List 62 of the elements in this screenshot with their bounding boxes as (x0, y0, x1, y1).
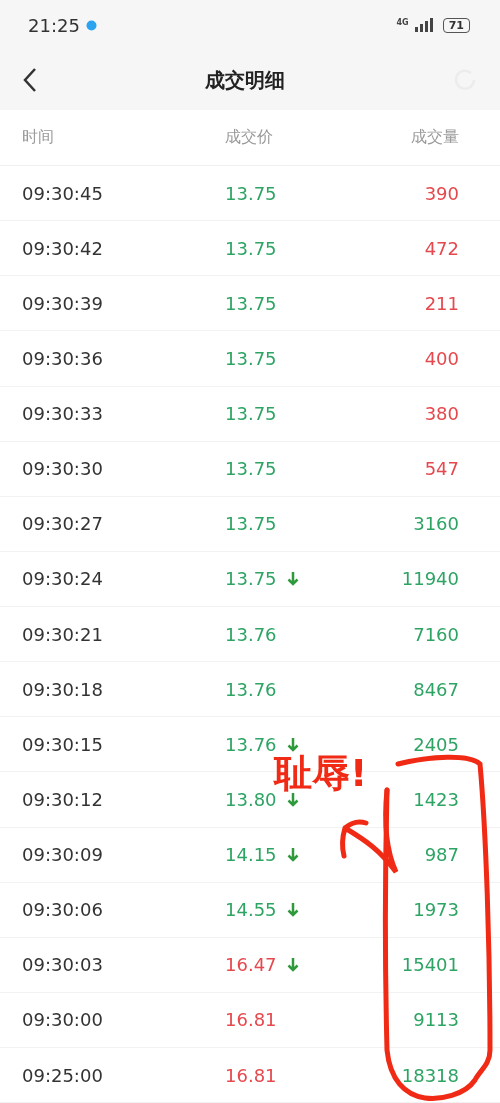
time-cell-text: 09:30:09 (22, 844, 104, 866)
page-title: 成交明细 (205, 66, 285, 94)
time-cell-text: 09:30:15 (22, 733, 104, 755)
network-type: 4G (396, 17, 409, 27)
volume-cell: 3160 (413, 513, 459, 535)
volume-cell: 8467 (413, 678, 459, 700)
price-cell: 13.75 (225, 182, 277, 204)
volume-cell: 211 (424, 292, 459, 314)
price-cell: 13.75 (225, 347, 277, 369)
volume-cell: 2405 (413, 733, 459, 755)
price-cell: 14.15 (225, 844, 277, 866)
volume-cell: 1973 (413, 899, 459, 921)
price-cell: 13.75 (225, 292, 277, 314)
price-cell: 13.80 (225, 788, 277, 810)
time-cell-text: 09:30:21 (22, 623, 104, 645)
time-cell-text: 09:30:24 (22, 568, 104, 590)
volume-cell: 18318 (401, 1064, 459, 1086)
time-cell-text: 09:30:00 (22, 1009, 104, 1031)
volume-cell: 9113 (413, 1009, 459, 1031)
price-cell: 14.55 (225, 899, 277, 921)
price-cell: 16.81 (225, 1064, 277, 1086)
price-cell: 13.75 (225, 458, 277, 480)
time-cell-text: 09:30:45 (22, 182, 104, 204)
time-cell-text: 09:30:42 (22, 237, 104, 259)
price-cell: 13.76 (225, 733, 277, 755)
column-header: 成交量 (411, 127, 459, 148)
volume-cell: 15401 (401, 954, 459, 976)
price-cell: 16.81 (225, 1009, 277, 1031)
price-cell: 13.76 (225, 623, 277, 645)
handwritten-annotation: 耻辱! (274, 751, 368, 795)
time-cell-text: 09:30:33 (22, 403, 104, 425)
app-notification-icon (85, 19, 97, 31)
volume-cell: 390 (424, 182, 459, 204)
column-header: 成交价 (225, 127, 274, 148)
time-cell-text: 09:30:39 (22, 292, 104, 314)
volume-cell: 380 (424, 403, 459, 425)
back-icon[interactable] (22, 67, 38, 93)
volume-cell: 7160 (413, 623, 459, 645)
status-time: 21:25 (28, 14, 80, 36)
time-cell-text: 09:30:27 (22, 513, 104, 535)
volume-cell: 987 (424, 844, 459, 866)
price-cell: 13.75 (225, 403, 277, 425)
volume-cell: 472 (424, 237, 459, 259)
column-header: 时间 (22, 127, 55, 148)
price-cell: 13.75 (225, 513, 277, 535)
time-cell-text: 09:30:30 (22, 458, 104, 480)
volume-cell: 1423 (413, 788, 459, 810)
battery-level: 71 (442, 17, 470, 33)
price-cell: 16.47 (225, 954, 277, 976)
volume-cell: 11940 (401, 568, 459, 590)
time-cell-text: 09:30:12 (22, 788, 104, 810)
time-cell-text: 09:30:36 (22, 347, 104, 369)
signal-icon (414, 18, 433, 32)
price-cell: 13.76 (225, 678, 277, 700)
volume-cell: 400 (424, 347, 459, 369)
time-cell-text: 09:30:18 (22, 678, 104, 700)
time-cell-text: 09:30:06 (22, 899, 104, 921)
time-cell-text: 09:25:00 (22, 1064, 104, 1086)
price-cell: 13.75 (225, 237, 277, 259)
price-cell: 13.75 (225, 568, 277, 590)
time-cell-text: 09:30:03 (22, 954, 104, 976)
volume-cell: 547 (424, 458, 459, 480)
